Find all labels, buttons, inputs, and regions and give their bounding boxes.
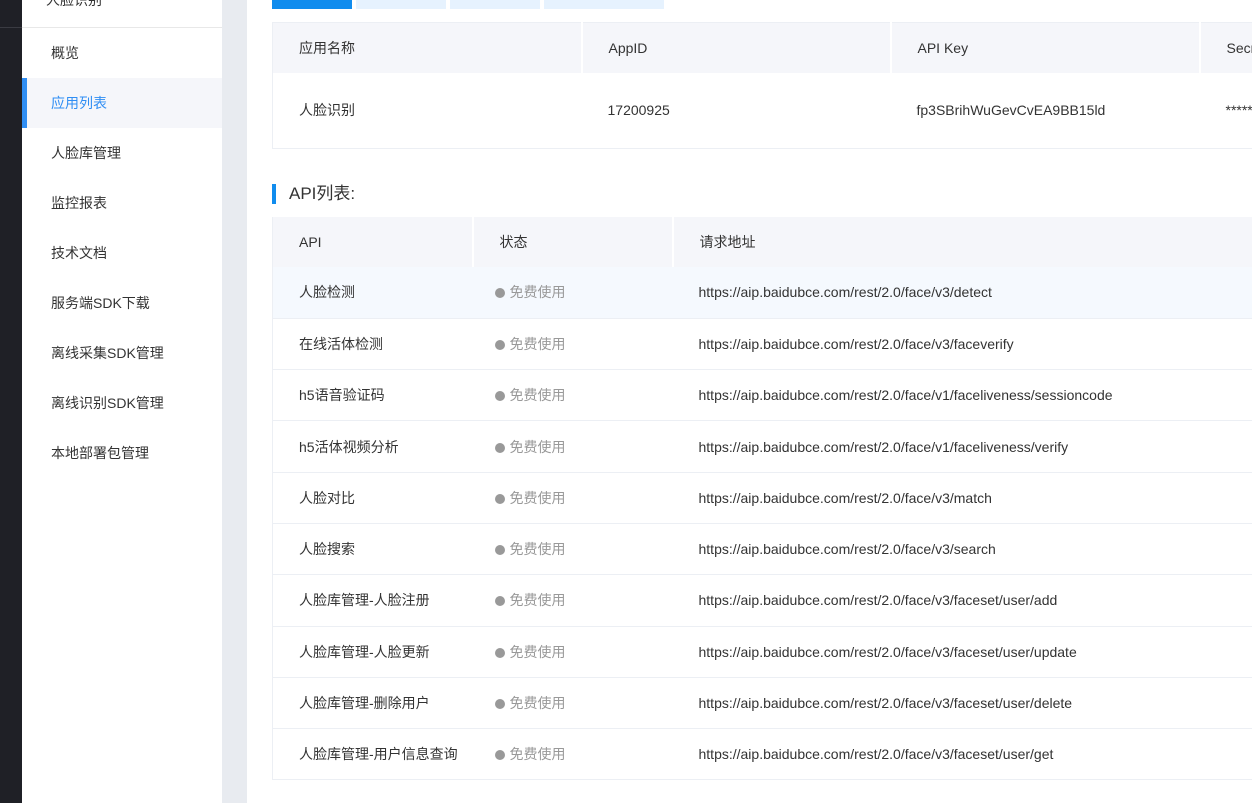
status-dot-icon [494,596,505,607]
api-name: 人脸库管理-人脸注册 [272,574,473,627]
status-badge: 免费使用 [472,318,673,371]
status-dot-icon [494,699,505,710]
status-text: 免费使用 [509,284,566,301]
table-row: 人脸检测 免费使用 https://aip.baidubce.com/rest/2.… [272,267,1252,319]
request-url: https://aip.baidubce.com/rest/2.0/face/v… [672,728,1252,781]
request-url: https://aip.baidubce.com/rest/2.0/face/v… [672,523,1252,576]
status-text: 免费使用 [509,695,566,712]
request-url: https://aip.baidubce.com/rest/2.0/face/v… [672,472,1252,524]
request-url: https://aip.baidubce.com/rest/2.0/face/v… [672,626,1252,678]
api-name: 在线活体检测 [272,318,473,371]
table-cell: fp3SBrihWuGevCvEA9BB15ld [916,102,1106,119]
table-row: 在线活体检测 免费使用 https://aip.baidubce.com/rest/… [272,318,1252,371]
status-dot-icon [494,545,505,556]
status-text: 免费使用 [509,335,566,352]
left-dark-strip [0,0,22,803]
status-badge: 免费使用 [472,728,673,781]
api-name: 人脸库管理-删除用户 [272,677,473,730]
sidebar-item[interactable]: 服务端SDK下载 [22,278,222,328]
status-badge: 免费使用 [472,267,673,319]
tab-3[interactable] [450,0,540,9]
sidebar: 人脸识别 概览 应用列表 人脸库管理 监控报表 技术文档 服务端SDK下载 离线采集SDK管… [22,0,222,803]
table-row: 人脸搜索 免费使用 https://aip.baidubce.com/rest/2.… [272,523,1252,576]
status-dot-icon [494,647,505,658]
status-text: 免费使用 [509,387,566,404]
sidebar-item[interactable]: 应用列表 [22,78,222,128]
table-row: h5语音验证码 免费使用 https://aip.baidubce.com/rest… [272,369,1252,422]
request-url: https://aip.baidubce.com/rest/2.0/face/v… [672,574,1252,627]
column-header: 状态 [472,217,674,267]
column-header: 应用名称 [272,22,583,73]
tab-2[interactable] [356,0,446,9]
column-header: Secr [1199,22,1252,73]
api-name: 人脸搜索 [272,523,473,576]
status-text: 免费使用 [509,489,566,506]
status-dot-icon [494,750,505,761]
status-dot-icon [494,288,505,299]
status-dot-icon [494,442,505,453]
status-text: 免费使用 [509,438,566,455]
table-row: 人脸库管理-人脸注册 免费使用 https://aip.baidubce.com/r… [272,574,1252,627]
status-badge: 免费使用 [472,677,673,730]
sidebar-item[interactable]: 概览 [22,28,222,78]
tab-4[interactable] [544,0,664,9]
status-dot-icon [494,391,505,402]
column-header: API [272,217,474,267]
status-badge: 免费使用 [472,369,673,422]
status-dot-icon [494,493,505,504]
request-url: https://aip.baidubce.com/rest/2.0/face/v… [672,420,1252,473]
api-name: 人脸库管理-用户信息查询 [272,728,473,781]
api-name: 人脸检测 [272,267,473,319]
request-url: https://aip.baidubce.com/rest/2.0/face/v… [672,318,1252,371]
table-cell: 人脸识别 [299,102,355,119]
request-url: https://aip.baidubce.com/rest/2.0/face/v… [672,267,1252,319]
api-name: 人脸库管理-人脸更新 [272,626,473,678]
table-row: 人脸库管理-用户信息查询 免费使用 https://aip.baidubce.com… [272,728,1252,781]
table-row: 人脸库管理-删除用户 免费使用 https://aip.baidubce.com/r… [272,677,1252,730]
tab-1[interactable] [272,0,352,9]
table-cell: 17200925 [607,102,670,119]
status-badge: 免费使用 [472,574,673,627]
sidebar-item[interactable]: 本地部署包管理 [22,428,222,478]
sidebar-item[interactable]: 离线采集SDK管理 [22,328,222,378]
sidebar-item[interactable]: 离线识别SDK管理 [22,378,222,428]
api-name: h5语音验证码 [272,369,473,422]
column-header: AppID [581,22,892,73]
app-table: 应用名称AppIDAPI KeySecr 人脸识别 17200925 fp3SBrih… [272,22,1252,149]
status-badge: 免费使用 [472,626,673,678]
main-content: 应用名称AppIDAPI KeySecr 人脸识别 17200925 fp3SBrih… [247,0,1252,803]
api-section-title: API列表: [272,184,355,204]
sidebar-item[interactable]: 人脸库管理 [22,128,222,178]
status-dot-icon [494,339,505,350]
status-badge: 免费使用 [472,420,673,473]
request-url: https://aip.baidubce.com/rest/2.0/face/v… [672,677,1252,730]
status-badge: 免费使用 [472,472,673,524]
api-name: h5活体视频分析 [272,420,473,473]
table-cell: ****** [1225,102,1252,119]
table-row: 人脸对比 免费使用 https://aip.baidubce.com/rest/2.… [272,472,1252,524]
table-row: h5活体视频分析 免费使用 https://aip.baidubce.com/res… [272,420,1252,473]
column-header: API Key [890,22,1201,73]
sidebar-item[interactable]: 技术文档 [22,228,222,278]
api-name: 人脸对比 [272,472,473,524]
status-text: 免费使用 [509,746,566,763]
api-table: API 状态 请求地址 人脸检测 免费使用 https://aip.baidubce.co… [272,217,1252,781]
status-text: 免费使用 [509,592,566,609]
table-row: 人脸库管理-人脸更新 免费使用 https://aip.baidubce.com/r… [272,626,1252,678]
status-text: 免费使用 [509,643,566,660]
column-header: 请求地址 [672,217,1252,267]
sidebar-item[interactable]: 监控报表 [22,178,222,228]
sidebar-header: 人脸识别 [22,0,222,28]
status-badge: 免费使用 [472,523,673,576]
request-url: https://aip.baidubce.com/rest/2.0/face/v… [672,369,1252,422]
status-text: 免费使用 [509,541,566,558]
